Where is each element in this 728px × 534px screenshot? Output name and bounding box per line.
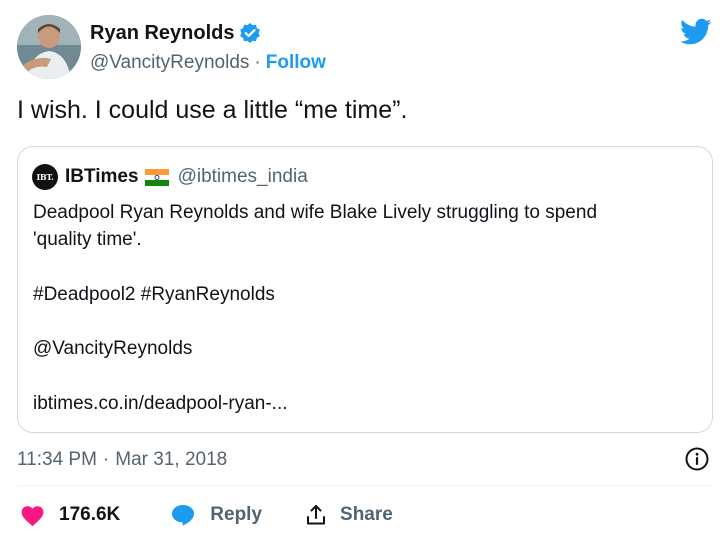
tweet-actions: 176.6K Reply Share [20,499,393,531]
verified-badge-icon [239,22,261,44]
action-divider [17,485,713,486]
twitter-bird-icon[interactable] [680,18,712,46]
tweet-date: Mar 31, 2018 [115,449,228,470]
quoted-link[interactable]: ibtimes.co.in/deadpool-ryan-... [33,393,288,415]
like-button[interactable]: 176.6K [20,504,120,527]
reply-label: Reply [210,504,263,525]
author-name-row: Ryan Reynolds [90,18,326,48]
heart-icon [20,504,45,527]
quoted-author-handle[interactable]: @ibtimes_india [178,166,308,188]
author-handle-row: @VancityReynolds · Follow [90,48,326,78]
quoted-author-name[interactable]: IBTimes [65,166,139,188]
quoted-text-line-1: Deadpool Ryan Reynolds and wife Blake Li… [33,202,598,223]
quoted-hashtags[interactable]: #Deadpool2 #RyanReynolds [33,284,275,306]
follow-button[interactable]: Follow [266,52,326,74]
tweet-embed-card: Ryan Reynolds @VancityReynolds · Follow … [0,0,728,534]
quoted-text-line-2: 'quality time'. [33,229,142,250]
india-flag-icon [144,168,169,186]
author-block: Ryan Reynolds @VancityReynolds · Follow [90,18,326,78]
share-button[interactable]: Share [292,504,393,526]
reply-button[interactable]: Reply [156,503,262,527]
quoted-mention[interactable]: @VancityReynolds [33,338,192,360]
tweet-text: I wish. I could use a little “me time”. [17,96,408,124]
quoted-author-avatar[interactable]: IBT. [32,164,58,190]
author-handle[interactable]: @VancityReynolds [90,52,249,74]
handle-separator: · [254,52,261,73]
ibt-logo-text: IBT. [36,172,54,182]
timestamp-separator: · [102,449,110,470]
share-icon [305,504,327,526]
tweet-timestamp[interactable]: 11:34 PM · Mar 31, 2018 [17,449,227,471]
quoted-header: IBT. IBTimes @ibtimes_india [32,163,308,191]
info-icon[interactable] [684,446,710,472]
share-label: Share [340,504,393,525]
like-count: 176.6K [59,504,121,525]
tweet-time: 11:34 PM [17,449,97,470]
quoted-tweet[interactable]: IBT. IBTimes @ibtimes_india Deadpool Rya… [17,146,713,433]
author-avatar[interactable] [17,15,81,79]
author-display-name[interactable]: Ryan Reynolds [90,22,234,45]
reply-bubble-icon [170,503,196,527]
